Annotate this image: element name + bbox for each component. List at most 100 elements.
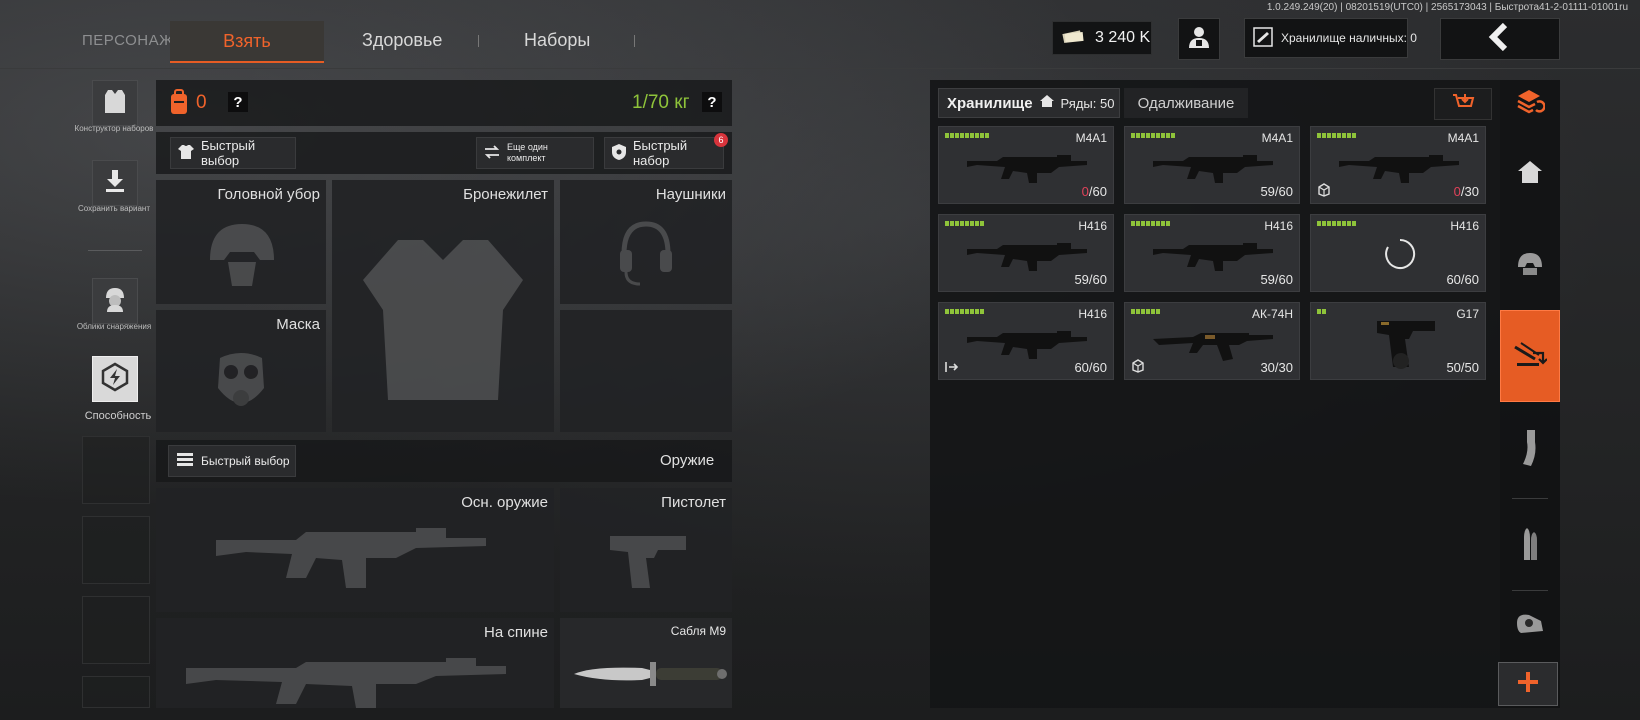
ammo-count: 30/30 bbox=[1260, 360, 1293, 375]
rifle-silhouette-icon bbox=[186, 658, 506, 708]
melee-label: Сабля М9 bbox=[670, 624, 726, 638]
add-button[interactable] bbox=[1498, 662, 1558, 706]
weapon-section-label: Оружие bbox=[660, 452, 715, 469]
item-name: H416 bbox=[1264, 219, 1293, 233]
storage-item[interactable]: АК-74Н 30/30 bbox=[1124, 302, 1300, 380]
agent-button[interactable] bbox=[1178, 18, 1220, 60]
ammo-total: 30 bbox=[1464, 184, 1479, 199]
box-icon bbox=[1132, 359, 1144, 373]
backpack-count: 0 bbox=[196, 92, 207, 113]
cash-storage-icon bbox=[1253, 26, 1273, 50]
quality-bars bbox=[945, 221, 984, 226]
cash-storage-button[interactable]: Хранилище наличных: 0 bbox=[1244, 18, 1417, 58]
melee-slot[interactable]: Сабля М9 bbox=[560, 618, 732, 708]
storage-tab-label: Хранилище bbox=[947, 94, 1033, 112]
item-name: H416 bbox=[1078, 219, 1107, 233]
weapon-storage-icon bbox=[1513, 339, 1548, 374]
storage-item[interactable]: H416 59/60 bbox=[938, 214, 1114, 292]
stack-refresh-icon bbox=[1515, 87, 1546, 120]
tab-take[interactable]: Взять bbox=[170, 21, 324, 63]
mask-label: Маска bbox=[276, 316, 320, 333]
agent-icon bbox=[1186, 24, 1212, 55]
ammo-icon bbox=[1519, 526, 1541, 567]
rail-ammo[interactable] bbox=[1500, 500, 1560, 592]
back-button[interactable] bbox=[1440, 18, 1560, 60]
weapon-quick-pick-label: Быстрый выбор bbox=[201, 454, 290, 468]
back-arrow-icon bbox=[1487, 22, 1513, 56]
ammo-current: 60 bbox=[1446, 272, 1461, 287]
headphones-slot[interactable]: Наушники bbox=[560, 180, 732, 304]
rail-weapon-storage[interactable] bbox=[1500, 310, 1560, 402]
kit-builder-button[interactable] bbox=[92, 80, 138, 126]
another-kit-button[interactable]: Еще один комплект bbox=[476, 137, 594, 169]
sort-button[interactable] bbox=[1434, 88, 1492, 120]
empty-slot[interactable] bbox=[82, 596, 150, 664]
vest-label: Бронежилет bbox=[463, 186, 548, 203]
quality-bars bbox=[1131, 309, 1160, 314]
rail-magazines[interactable] bbox=[1500, 404, 1560, 496]
tab-character[interactable]: ПЕРСОНАЖ bbox=[82, 32, 173, 49]
ammo-current: 59 bbox=[1260, 184, 1275, 199]
cash-storage-label: Хранилище наличных: 0 bbox=[1281, 31, 1417, 45]
storage-item[interactable]: H416 60/60 bbox=[938, 302, 1114, 380]
ammo-current: 0 bbox=[1081, 184, 1089, 199]
back-slot[interactable]: На спине bbox=[156, 618, 554, 708]
ability-button[interactable] bbox=[92, 356, 138, 402]
storage-item[interactable]: H416 60/60 bbox=[1310, 214, 1486, 292]
armor-vest-icon bbox=[363, 240, 523, 400]
money-display[interactable]: 3 240 K bbox=[1052, 21, 1152, 55]
quick-kit-button[interactable]: Быстрый набор bbox=[604, 137, 724, 169]
mask-slot[interactable]: Маска bbox=[156, 310, 326, 432]
rifle-icon bbox=[967, 155, 1087, 183]
pistol-icon bbox=[1377, 321, 1435, 369]
gear-skins-button[interactable] bbox=[92, 278, 138, 324]
storage-item[interactable]: G17 50/50 bbox=[1310, 302, 1486, 380]
weapon-quick-pick-button[interactable]: Быстрый выбор bbox=[168, 445, 296, 477]
help-button[interactable]: ? bbox=[228, 92, 248, 112]
headphones-icon bbox=[620, 221, 672, 286]
helmet-icon bbox=[1515, 251, 1545, 282]
headphones-label: Наушники bbox=[655, 186, 726, 203]
save-variant-label: Сохранить вариант bbox=[77, 204, 151, 213]
exit-icon bbox=[945, 362, 959, 372]
quality-bars bbox=[1131, 221, 1170, 226]
item-name: H416 bbox=[1450, 219, 1479, 233]
pistol-icon bbox=[610, 536, 686, 588]
ammo-current: 0 bbox=[1453, 184, 1461, 199]
tab-lending[interactable]: Одалживание bbox=[1124, 88, 1248, 118]
empty-slot[interactable] bbox=[82, 436, 150, 504]
empty-slot[interactable] bbox=[82, 676, 150, 708]
storage-item[interactable]: H416 59/60 bbox=[1124, 214, 1300, 292]
pistol-slot[interactable]: Пистолет bbox=[560, 488, 732, 612]
ammo-count: 50/50 bbox=[1446, 360, 1479, 375]
download-icon bbox=[102, 168, 128, 199]
primary-weapon-label: Осн. оружие bbox=[461, 494, 548, 511]
tab-kits[interactable]: Наборы bbox=[524, 30, 590, 51]
storage-item[interactable]: M4A1 0/30 bbox=[1310, 126, 1486, 204]
tab-storage[interactable]: Хранилище Ряды: 50 bbox=[938, 88, 1120, 118]
quality-bars bbox=[1131, 133, 1175, 138]
tab-health[interactable]: Здоровье bbox=[362, 30, 442, 51]
save-variant-button[interactable] bbox=[92, 160, 138, 206]
help-button[interactable]: ? bbox=[702, 92, 722, 112]
rail-divider bbox=[1512, 498, 1548, 499]
headgear-slot[interactable]: Головной убор bbox=[156, 180, 326, 304]
rail-gear[interactable] bbox=[1500, 220, 1560, 312]
ammo-count: 0/60 bbox=[1081, 184, 1107, 199]
ak-rifle-icon bbox=[1153, 333, 1273, 361]
vest-slot[interactable]: Бронежилет bbox=[332, 180, 554, 432]
rail-attachments[interactable] bbox=[1500, 592, 1560, 658]
quick-pick-button[interactable]: Быстрый выбор bbox=[170, 137, 296, 169]
storage-item[interactable]: M4A1 59/60 bbox=[1124, 126, 1300, 204]
shield-icon bbox=[611, 143, 627, 164]
primary-weapon-slot[interactable]: Осн. оружие bbox=[156, 488, 554, 612]
rail-home[interactable] bbox=[1500, 128, 1560, 220]
empty-gear-slot[interactable] bbox=[560, 310, 732, 432]
storage-item[interactable]: M4A1 0/60 bbox=[938, 126, 1114, 204]
empty-slot[interactable] bbox=[82, 516, 150, 584]
rail-stack-refresh[interactable] bbox=[1500, 80, 1560, 126]
item-name: M4A1 bbox=[1075, 131, 1107, 145]
rifle-icon bbox=[216, 528, 486, 588]
quality-bars bbox=[1317, 309, 1326, 314]
item-name: M4A1 bbox=[1447, 131, 1479, 145]
